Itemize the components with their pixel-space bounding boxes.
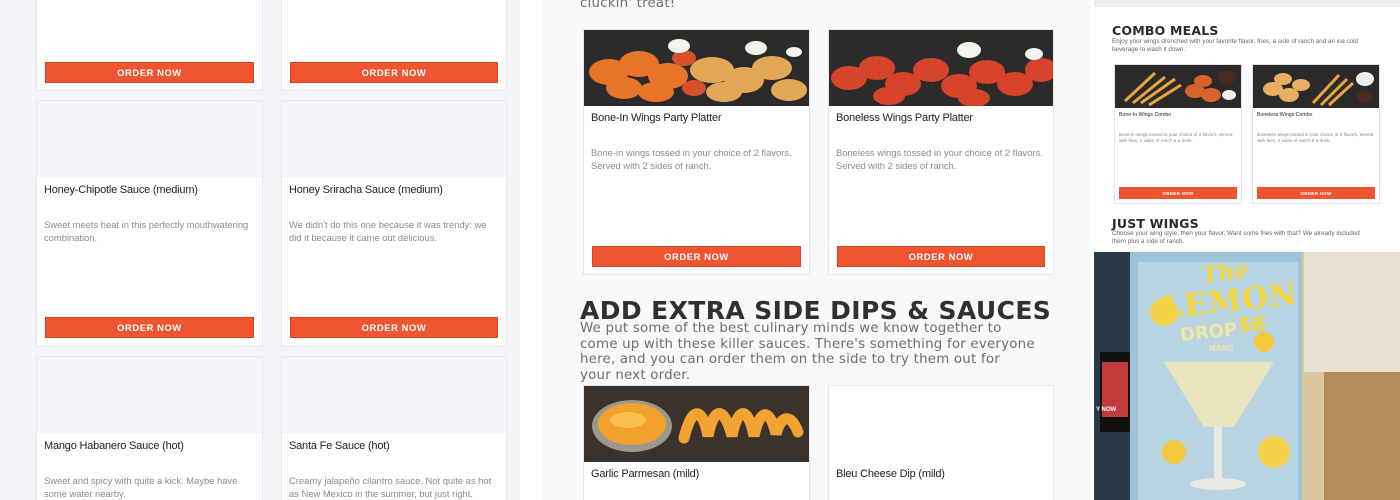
dip-title: Garlic Parmesan (mild): [591, 468, 700, 480]
combo-card: Bone-In Wings Combo Bone-in wings tossed…: [1114, 64, 1242, 204]
sauce-photo-placeholder: [282, 101, 506, 177]
dip-card: Bleu Cheese Dip (mild): [828, 385, 1054, 500]
platter-title: Boneless Wings Party Platter: [836, 112, 973, 124]
order-now-button[interactable]: ORDER NOW: [592, 246, 801, 267]
dips-intro-text: We put some of the best culinary minds w…: [580, 321, 1035, 383]
just-wings-heading: JUST WINGS: [1112, 216, 1199, 231]
combo-meals-description: Enjoy your wings drenched with your favo…: [1112, 38, 1359, 53]
combo-title: Boneless Wings Combo: [1257, 112, 1313, 118]
boneless-wings-photo: [829, 30, 1053, 106]
sauce-card: Honey Sriracha Sauce (medium) We didn't …: [281, 100, 507, 347]
sauce-title: Honey Sriracha Sauce (medium): [289, 184, 443, 196]
bone-in-wings-photo: [584, 30, 809, 106]
sauce-card: ORDER NOW: [281, 0, 507, 91]
order-now-button[interactable]: ORDER NOW: [290, 317, 498, 338]
order-now-button[interactable]: ORDER NOW: [290, 62, 498, 83]
sauce-description: Creamy jalapeño cilantro sauce. Not quit…: [289, 475, 492, 499]
promo-edge-text: Y NOW: [1096, 407, 1117, 413]
bone-in-combo-photo: [1115, 65, 1241, 108]
mobile-preview-panel: COMBO MEALS Enjoy your wings drenched wi…: [1094, 0, 1400, 500]
platters-column: cluckin' treat! Bone-In Wings Party Plat…: [543, 0, 1090, 500]
order-now-button[interactable]: ORDER NOW: [1119, 187, 1237, 199]
combo-description: Bone-in wings tossed in your choice of 2…: [1119, 132, 1233, 143]
top-bar: [1094, 0, 1400, 7]
lemon-drop-promo-photo: Y NOW The LEMON DROP $6 MARG: [1094, 252, 1400, 500]
platter-description: Boneless wings tossed in your choice of …: [836, 147, 1043, 171]
platter-card: Boneless Wings Party Platter Boneless wi…: [828, 29, 1054, 275]
combo-card: Boneless Wings Combo Boneless wings toss…: [1252, 64, 1380, 204]
dip-title: Bleu Cheese Dip (mild): [836, 468, 945, 480]
sauce-title: Honey-Chipotle Sauce (medium): [44, 184, 198, 196]
sauce-title: Santa Fe Sauce (hot): [289, 440, 390, 452]
promo-sub: MARG: [1209, 344, 1234, 353]
sauce-card: Honey-Chipotle Sauce (medium) Sweet meet…: [36, 100, 263, 347]
sauces-column: ORDER NOW ORDER NOW Honey-Chipotle Sauce…: [0, 0, 520, 500]
intro-tail-text: cluckin' treat!: [580, 0, 676, 11]
dip-card: Garlic Parmesan (mild): [583, 385, 810, 500]
sauce-title: Mango Habanero Sauce (hot): [44, 440, 184, 452]
combo-description: Boneless wings tossed in your choice of …: [1257, 132, 1374, 143]
combo-title: Bone-In Wings Combo: [1119, 112, 1172, 118]
promo-price: $6: [1238, 312, 1266, 336]
platter-title: Bone-In Wings Party Platter: [591, 112, 722, 124]
boneless-combo-photo: [1253, 65, 1379, 108]
sauce-photo-placeholder: [37, 101, 262, 177]
order-now-button[interactable]: ORDER NOW: [1257, 187, 1375, 199]
sauce-description: Sweet and spicy with quite a kick. Maybe…: [44, 475, 238, 499]
sauce-card: ORDER NOW: [36, 0, 263, 91]
sauce-description: We didn't do this one because it was tre…: [289, 219, 487, 243]
sauce-photo-placeholder: [282, 357, 506, 433]
platter-description: Bone-in wings tossed in your choice of 2…: [591, 147, 792, 171]
platter-card: Bone-In Wings Party Platter Bone-in wing…: [583, 29, 810, 275]
order-now-button[interactable]: ORDER NOW: [45, 317, 254, 338]
just-wings-description: Choose your wing style, then your flavor…: [1112, 230, 1360, 245]
order-now-button[interactable]: ORDER NOW: [45, 62, 254, 83]
dip-photo-placeholder: [829, 386, 1053, 462]
sauce-card: Mango Habanero Sauce (hot) Sweet and spi…: [36, 356, 263, 500]
garlic-parmesan-photo: [584, 386, 809, 462]
sauce-photo-placeholder: [37, 357, 262, 433]
combo-meals-heading: COMBO MEALS: [1112, 23, 1219, 38]
order-now-button[interactable]: ORDER NOW: [837, 246, 1045, 267]
sauce-description: Sweet meets heat in this perfectly mouth…: [44, 219, 249, 243]
sauce-card: Santa Fe Sauce (hot) Creamy jalapeño cil…: [281, 356, 507, 500]
